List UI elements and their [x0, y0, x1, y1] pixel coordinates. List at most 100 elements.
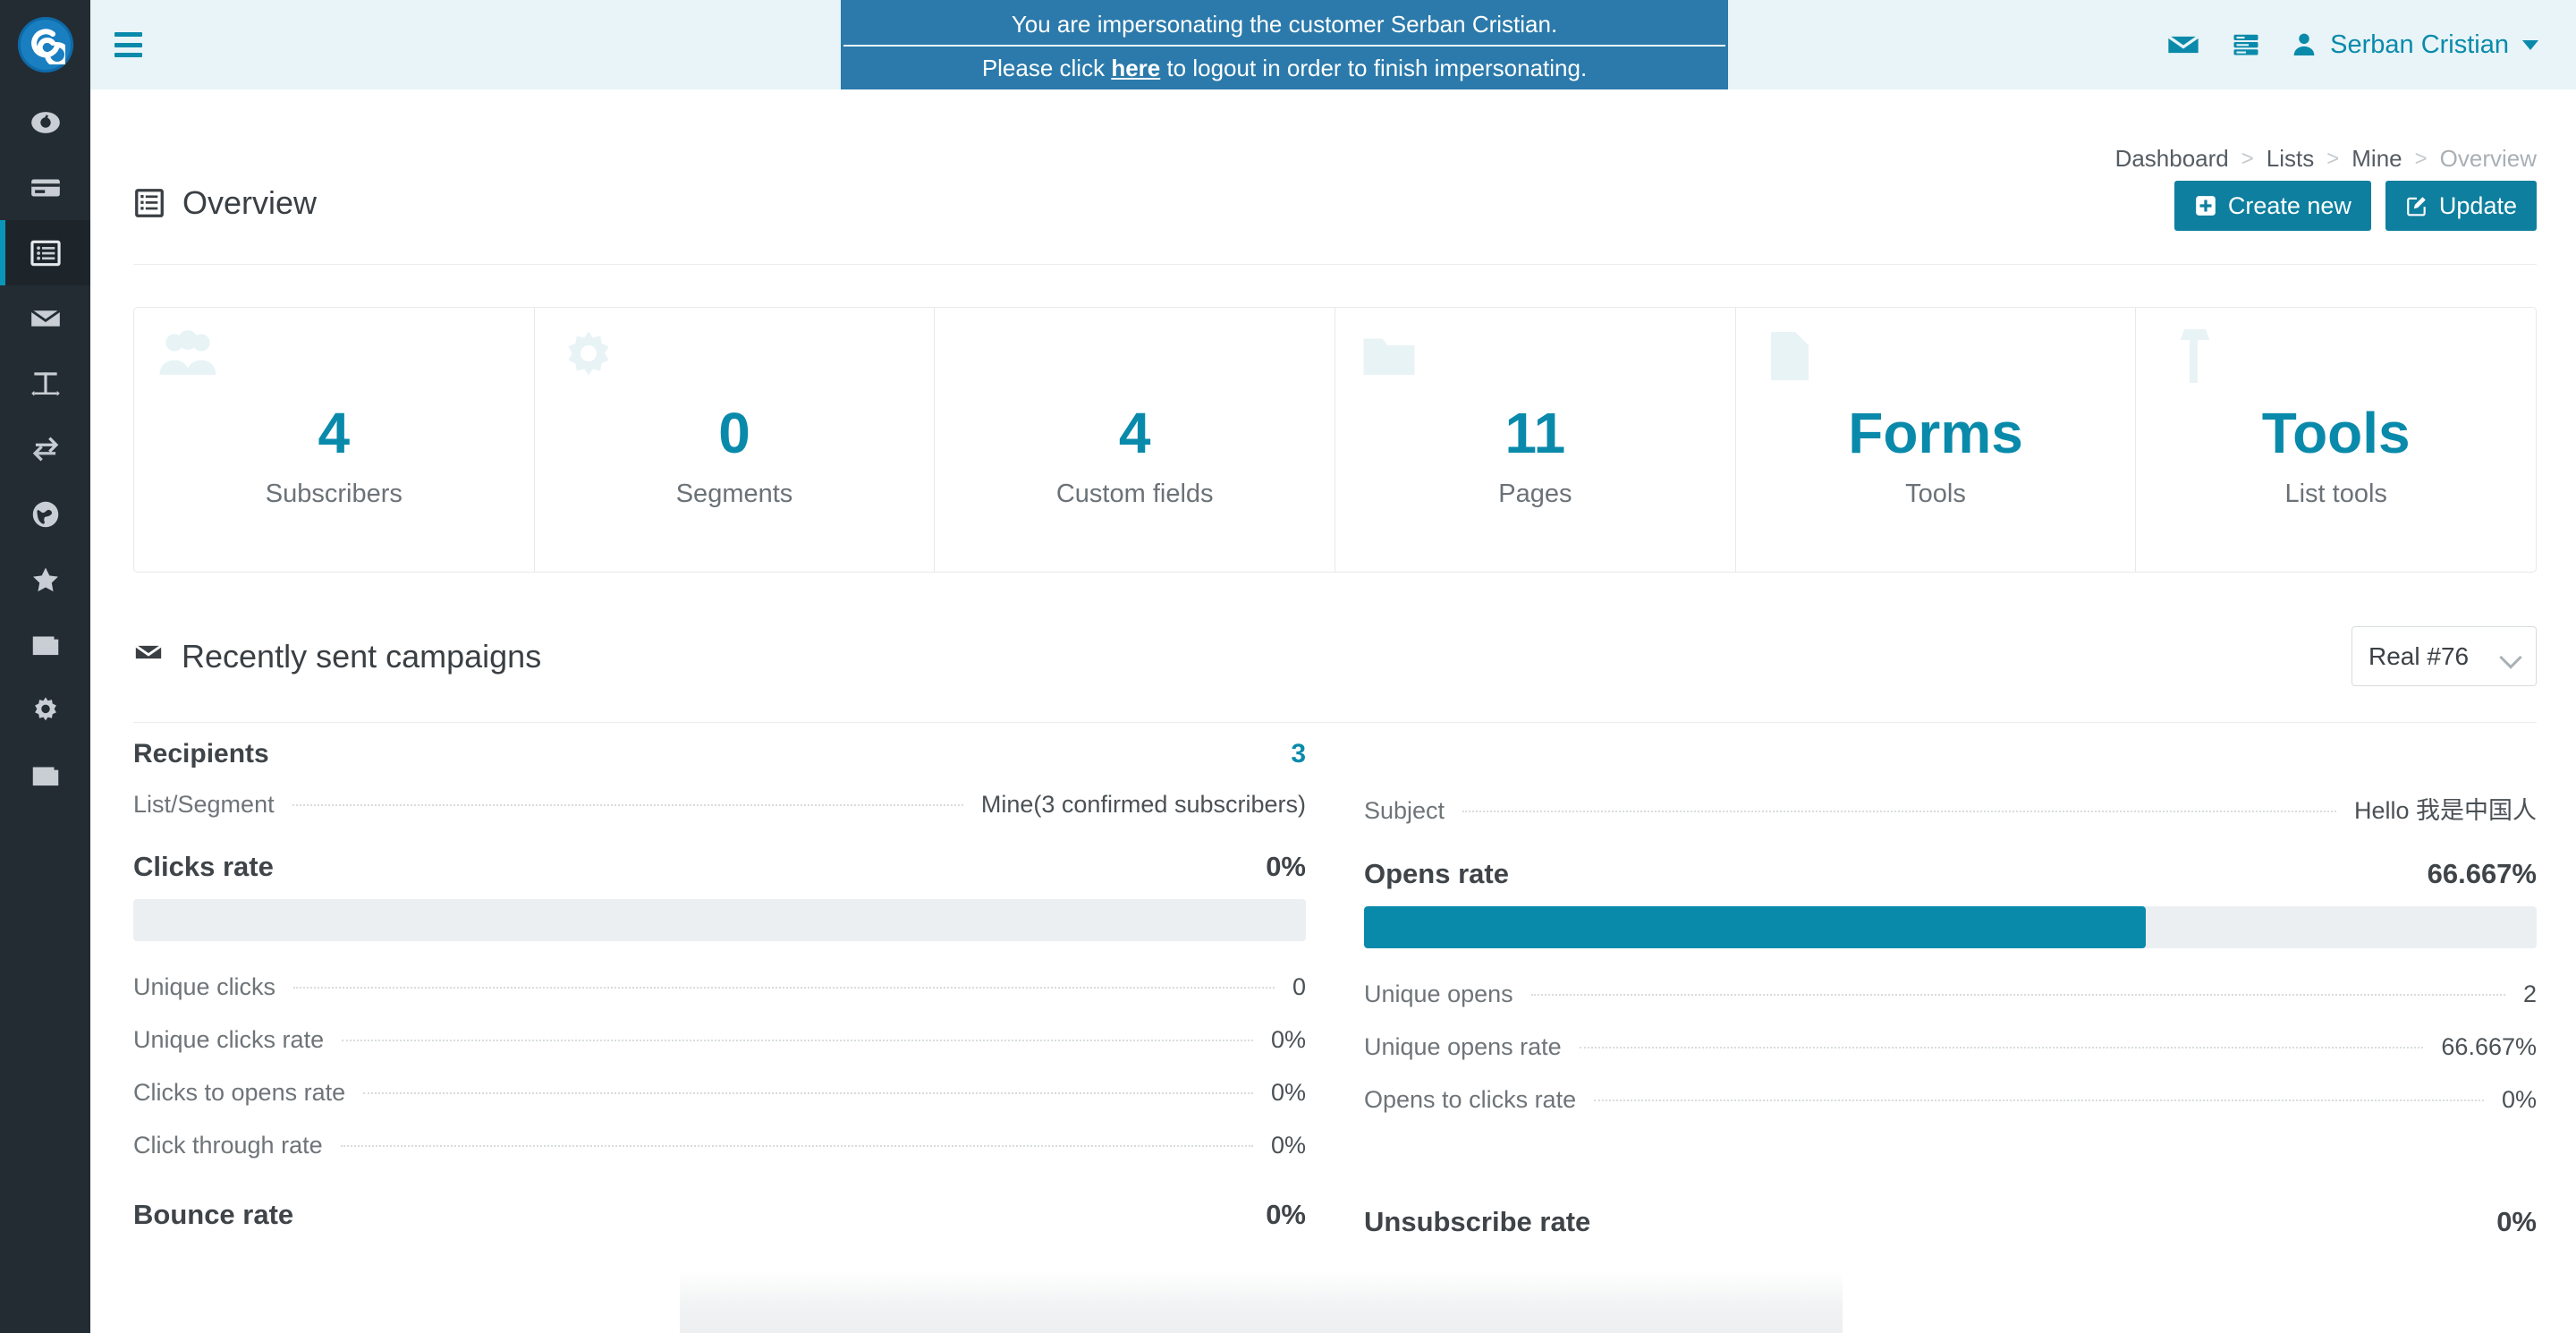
row-label: Unique clicks rate	[133, 1026, 333, 1054]
dot-leader	[1580, 1047, 2424, 1049]
breadcrumb-item-dashboard[interactable]: Dashboard	[2115, 145, 2229, 173]
unique-clicks-rate-row: Unique clicks rate 0%	[133, 1014, 1306, 1066]
update-button[interactable]: Update	[2385, 181, 2537, 231]
hammer-icon	[2157, 324, 2222, 388]
sidebar-item-lists[interactable]	[0, 220, 90, 285]
stat-label: Tools	[1905, 480, 1966, 509]
breadcrumb-item-lists[interactable]: Lists	[2267, 145, 2314, 173]
stat-card-forms[interactable]: Forms Tools	[1736, 308, 2137, 572]
bounce-rate-header: Bounce rate 0%	[133, 1172, 1306, 1231]
breadcrumb-separator: >	[2326, 147, 2339, 172]
sidebar-item-campaigns[interactable]	[0, 285, 90, 351]
clicks-rate-progress	[133, 899, 1306, 941]
topbar-actions: Serban Cristian	[2152, 0, 2544, 89]
sidebar-item-dashboard[interactable]	[0, 89, 90, 155]
page-title-label: Overview	[182, 184, 317, 222]
page-header: Overview Create new	[133, 179, 2537, 265]
stat-value: Tools	[2262, 404, 2411, 462]
main-content: Dashboard > Lists > Mine > Overview Over…	[90, 89, 2576, 1333]
stat-value: 0	[718, 404, 750, 462]
click-through-rate-row: Click through rate 0%	[133, 1119, 1306, 1172]
clicks-rate-value: 0%	[1266, 851, 1306, 883]
credit-card-icon	[29, 171, 63, 205]
messages-button[interactable]	[2152, 0, 2215, 89]
unsubscribe-rate-header: Unsubscribe rate 0%	[1364, 1179, 2537, 1238]
subject-value: Hello 我是中国人	[2345, 791, 2537, 826]
list-segment-value: Mine(3 confirmed subscribers)	[972, 791, 1306, 819]
hamburger-icon[interactable]	[114, 30, 154, 60]
stat-value: Forms	[1848, 404, 2023, 462]
group-icon	[156, 324, 220, 388]
sidebar-item-transactional[interactable]	[0, 416, 90, 481]
logout-impersonation-link[interactable]: here	[1111, 55, 1160, 81]
stat-card-subscribers[interactable]: 4 Subscribers	[134, 308, 535, 572]
stat-card-custom-fields[interactable]: 4 Custom fields	[935, 308, 1335, 572]
stat-card-tools[interactable]: Tools List tools	[2136, 308, 2536, 572]
sidebar-item-settings[interactable]	[0, 677, 90, 743]
sidebar-item-credit-card[interactable]	[0, 155, 90, 220]
app-logo[interactable]	[0, 0, 90, 89]
row-label: Click through rate	[133, 1132, 332, 1159]
opens-rate-header: Opens rate 66.667%	[1364, 838, 2537, 890]
row-label: Unique opens rate	[1364, 1033, 1571, 1061]
list-segment-label: List/Segment	[133, 791, 284, 819]
campaigns-title: Recently sent campaigns	[133, 637, 541, 675]
list-detail-icon	[133, 187, 165, 219]
sidebar-item-star[interactable]	[0, 547, 90, 612]
impersonation-banner: You are impersonating the customer Serba…	[841, 0, 1728, 89]
opens-to-clicks-rate-row: Opens to clicks rate 0%	[1364, 1074, 2537, 1126]
row-value: 2	[2514, 981, 2537, 1008]
stat-label: Pages	[1498, 480, 1572, 509]
book-icon	[29, 759, 63, 793]
clicks-rate-label: Clicks rate	[133, 851, 274, 883]
sidebar-item-globe[interactable]	[0, 481, 90, 547]
opens-rate-bar	[1364, 906, 2146, 948]
recipients-row: Recipients 3	[133, 723, 1306, 778]
server-icon	[2230, 29, 2262, 61]
transfer-arrows-icon	[29, 432, 63, 466]
hamburger-line	[114, 43, 142, 47]
gear-icon	[556, 324, 621, 388]
sidebar-item-docs[interactable]	[0, 743, 90, 808]
dot-leader	[1531, 994, 2505, 996]
server-status-button[interactable]	[2215, 0, 2277, 89]
user-menu[interactable]: Serban Cristian	[2290, 30, 2544, 60]
unique-opens-row: Unique opens 2	[1364, 968, 2537, 1021]
dot-leader	[342, 1040, 1253, 1041]
campaign-select[interactable]: Real #76	[2351, 626, 2537, 686]
pencil-square-icon	[2405, 194, 2428, 217]
stat-label: Segments	[676, 480, 793, 509]
sidebar	[0, 0, 90, 1333]
page-title: Overview	[133, 184, 317, 222]
breadcrumb-item-mine[interactable]: Mine	[2351, 145, 2402, 173]
create-new-button[interactable]: Create new	[2174, 181, 2371, 231]
blank-icon	[956, 324, 1021, 388]
campaign-select-wrapper: Real #76	[2351, 626, 2537, 686]
sidebar-item-templates[interactable]	[0, 351, 90, 416]
banner-divider	[843, 45, 1725, 47]
row-label: Opens to clicks rate	[1364, 1086, 1585, 1114]
globe-icon	[29, 497, 63, 531]
stat-card-pages[interactable]: 11 Pages	[1335, 308, 1736, 572]
dot-leader	[293, 987, 1275, 989]
dot-leader	[292, 804, 963, 806]
list-segment-row: List/Segment Mine(3 confirmed subscriber…	[133, 778, 1306, 831]
bounce-rate-value: 0%	[1266, 1199, 1306, 1231]
sidebar-item-book[interactable]	[0, 612, 90, 677]
folder-icon	[1357, 324, 1421, 388]
stats-column-right: . . Subject Hello 我是中国人 Opens rate 66.66…	[1364, 723, 2537, 1238]
sidebar-nav	[0, 89, 90, 808]
impersonation-suffix: to logout in order to finish impersonati…	[1160, 55, 1587, 81]
plus-square-icon	[2194, 194, 2217, 217]
recipients-label: Recipients	[133, 739, 269, 769]
stat-value: 4	[1119, 404, 1151, 462]
clicks-rate-header: Clicks rate 0%	[133, 831, 1306, 883]
unique-clicks-row: Unique clicks 0	[133, 961, 1306, 1014]
stat-label: Subscribers	[266, 480, 402, 509]
list-icon	[29, 236, 63, 270]
spiral-logo-icon	[18, 17, 73, 72]
stat-value: 4	[318, 404, 351, 462]
stat-card-segments[interactable]: 0 Segments	[535, 308, 936, 572]
envelope-icon	[2165, 27, 2201, 63]
row-value: 0	[1284, 973, 1306, 1001]
